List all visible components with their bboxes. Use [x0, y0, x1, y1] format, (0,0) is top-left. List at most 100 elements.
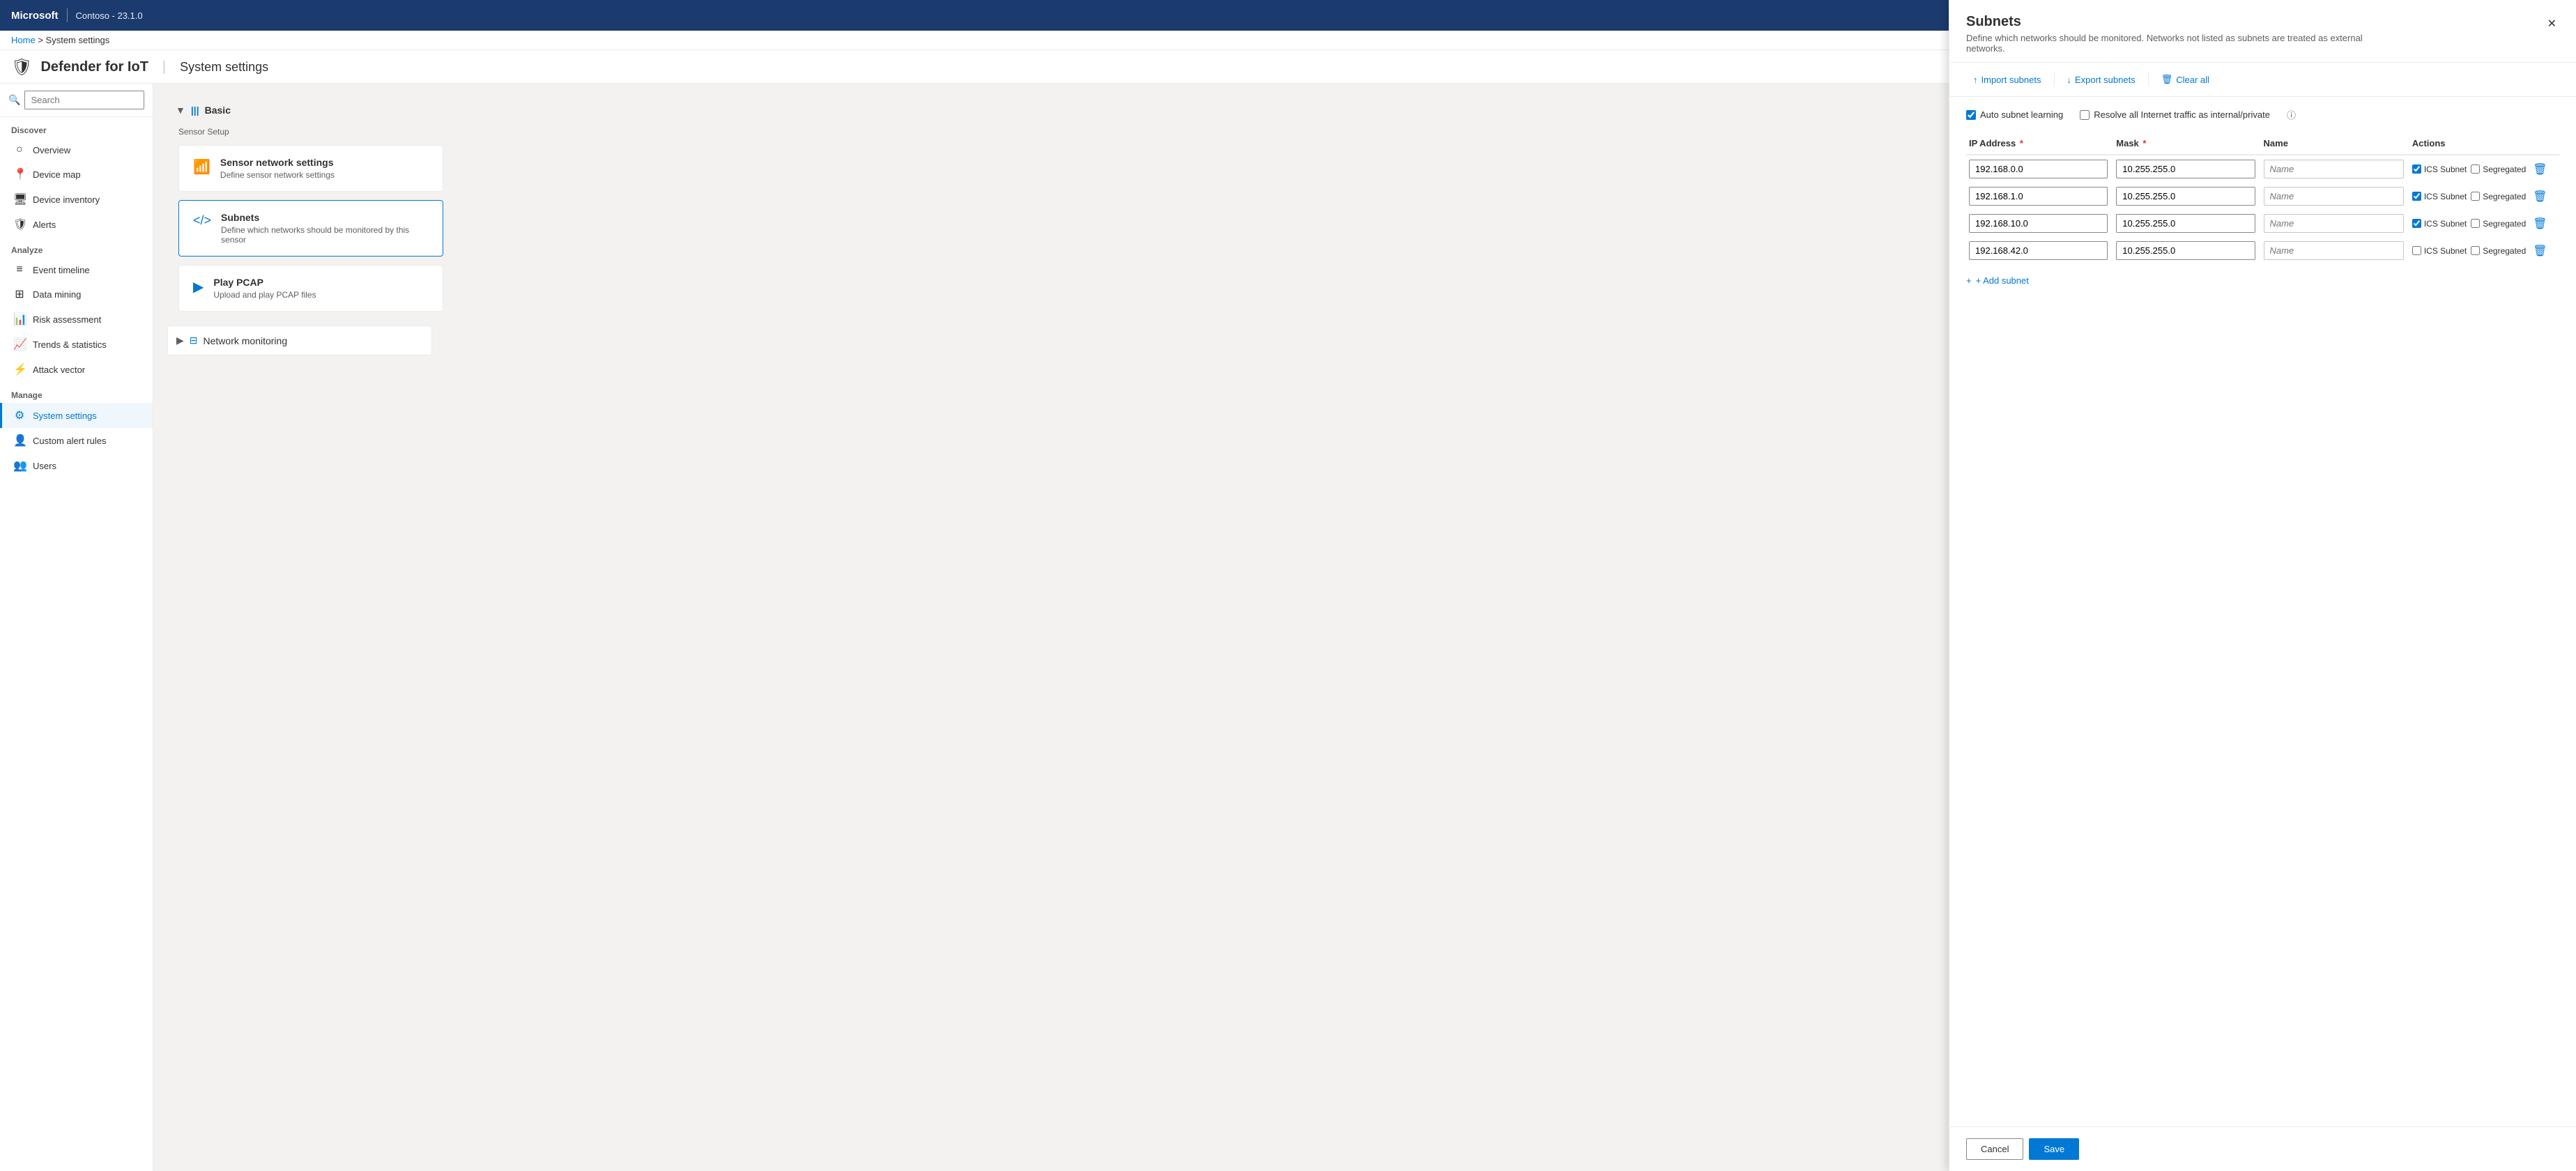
sidebar-item-risk-assessment[interactable]: 📊 Risk assessment	[0, 307, 153, 332]
ip-input-2[interactable]	[1969, 214, 2108, 233]
mask-input-3[interactable]	[2116, 241, 2255, 260]
ip-input-0[interactable]	[1969, 160, 2108, 178]
auto-subnet-checkbox[interactable]	[1966, 110, 1976, 120]
sensor-network-desc: Define sensor network settings	[220, 170, 335, 180]
resolve-label[interactable]: Resolve all Internet traffic as internal…	[2080, 109, 2270, 120]
sidebar-item-alerts[interactable]: 🛡 Alerts	[0, 212, 153, 237]
resolve-checkbox[interactable]	[2080, 110, 2090, 120]
play-pcap-icon: ▶	[193, 278, 204, 296]
cancel-button[interactable]: Cancel	[1966, 1138, 2023, 1160]
breadcrumb-home[interactable]: Home	[11, 35, 36, 45]
subnets-card[interactable]: </> Subnets Define which networks should…	[178, 200, 443, 257]
sensor-network-card[interactable]: 📶 Sensor network settings Define sensor …	[178, 145, 443, 192]
table-row: ICS Subnet Segregated 🗑	[1966, 155, 2559, 183]
col-mask: Mask *	[2113, 132, 2260, 155]
ics-label-3[interactable]: ICS Subnet	[2412, 246, 2467, 256]
segregated-checkbox-0[interactable]	[2471, 164, 2480, 174]
custom-alert-icon: 👤	[13, 434, 26, 447]
sidebar-item-attack-vector[interactable]: ⚡ Attack vector	[0, 357, 153, 382]
panel-header-content: Subnets Define which networks should be …	[1966, 14, 2384, 54]
ics-label-0[interactable]: ICS Subnet	[2412, 164, 2467, 174]
actions-cell-0: ICS Subnet Segregated 🗑	[2412, 161, 2554, 178]
name-input-0[interactable]	[2264, 160, 2404, 178]
sidebar-item-users[interactable]: 👥 Users	[0, 453, 153, 478]
panel-footer: Cancel Save	[1949, 1126, 2576, 1171]
segregated-checkbox-3[interactable]	[2471, 246, 2480, 255]
sidebar-item-trends-statistics[interactable]: 📈 Trends & statistics	[0, 332, 153, 357]
sidebar-item-label: Risk assessment	[33, 314, 101, 325]
ics-checkbox-2[interactable]	[2412, 219, 2421, 228]
auto-subnet-label[interactable]: Auto subnet learning	[1966, 109, 2063, 120]
mask-required-star: *	[2142, 138, 2146, 148]
sidebar-item-label: System settings	[33, 411, 97, 421]
actions-cell-2: ICS Subnet Segregated 🗑	[2412, 215, 2554, 232]
panel-title: Subnets	[1966, 14, 2384, 30]
sidebar-item-data-mining[interactable]: ⊞ Data mining	[0, 282, 153, 307]
sidebar-item-label: Custom alert rules	[33, 436, 106, 446]
clear-icon: 🗑	[2161, 74, 2173, 85]
section-discover-label: Discover	[0, 117, 153, 138]
sidebar-item-device-map[interactable]: 📍 Device map	[0, 162, 153, 187]
sidebar-item-event-timeline[interactable]: ≡ Event timeline	[0, 258, 153, 282]
sidebar-item-device-inventory[interactable]: 🖥 Device inventory	[0, 187, 153, 212]
mask-input-1[interactable]	[2116, 187, 2255, 206]
ip-input-1[interactable]	[1969, 187, 2108, 206]
export-icon: ↓	[2067, 75, 2072, 85]
ics-checkbox-3[interactable]	[2412, 246, 2421, 255]
delete-button-1[interactable]: 🗑	[2530, 188, 2550, 205]
sidebar-item-overview[interactable]: ○ Overview	[0, 138, 153, 162]
clear-all-button[interactable]: 🗑 Clear all	[2154, 70, 2216, 89]
add-subnet-button[interactable]: + + Add subnet	[1966, 270, 2029, 291]
delete-button-2[interactable]: 🗑	[2530, 215, 2550, 232]
trends-icon: 📈	[13, 337, 26, 351]
segregated-checkbox-1[interactable]	[2471, 192, 2480, 201]
name-input-1[interactable]	[2264, 187, 2404, 206]
sensor-network-content: Sensor network settings Define sensor ne…	[220, 157, 335, 180]
search-icon: 🔍	[8, 94, 20, 106]
save-button[interactable]: Save	[2029, 1138, 2079, 1160]
name-input-3[interactable]	[2264, 241, 2404, 260]
users-icon: 👥	[13, 459, 26, 473]
play-pcap-desc: Upload and play PCAP files	[213, 290, 316, 300]
ics-label-1[interactable]: ICS Subnet	[2412, 192, 2467, 201]
network-monitoring-card[interactable]: ▶ ⊟ Network monitoring	[167, 326, 432, 355]
export-subnets-button[interactable]: ↓ Export subnets	[2060, 70, 2142, 89]
delete-button-3[interactable]: 🗑	[2530, 243, 2550, 259]
actions-cell-3: ICS Subnet Segregated 🗑	[2412, 243, 2554, 259]
alerts-icon: 🛡	[13, 217, 26, 231]
col-actions: Actions	[2409, 132, 2559, 155]
sidebar-item-system-settings[interactable]: ⚙ System settings	[0, 403, 153, 428]
panel-close-button[interactable]: ✕	[2545, 14, 2559, 33]
toolbar-separator-2	[2148, 72, 2149, 86]
name-input-2[interactable]	[2264, 214, 2404, 233]
segregated-checkbox-2[interactable]	[2471, 219, 2480, 228]
segregated-label-3[interactable]: Segregated	[2471, 246, 2526, 256]
import-subnets-button[interactable]: ↑ Import subnets	[1966, 70, 2048, 89]
options-row: Auto subnet learning Resolve all Interne…	[1966, 108, 2559, 121]
segregated-label-0[interactable]: Segregated	[2471, 164, 2526, 174]
device-map-icon: 📍	[13, 167, 26, 181]
sidebar-item-custom-alert-rules[interactable]: 👤 Custom alert rules	[0, 428, 153, 453]
sidebar-item-label: Data mining	[33, 289, 81, 300]
mask-input-0[interactable]	[2116, 160, 2255, 178]
ics-checkbox-0[interactable]	[2412, 164, 2421, 174]
mask-input-2[interactable]	[2116, 214, 2255, 233]
panel-body: Auto subnet learning Resolve all Interne…	[1949, 97, 2576, 1126]
ics-label-2[interactable]: ICS Subnet	[2412, 219, 2467, 229]
segregated-label-1[interactable]: Segregated	[2471, 192, 2526, 201]
sidebar-item-label: Device inventory	[33, 194, 100, 205]
ics-checkbox-1[interactable]	[2412, 192, 2421, 201]
subnet-table: IP Address * Mask * Name Actions	[1966, 132, 2559, 264]
subnets-title: Subnets	[221, 212, 429, 223]
ip-input-3[interactable]	[1969, 241, 2108, 260]
chevron-right-icon: ▶	[176, 335, 184, 346]
delete-button-0[interactable]: 🗑	[2530, 161, 2550, 178]
search-input[interactable]	[24, 91, 144, 109]
play-pcap-card[interactable]: ▶ Play PCAP Upload and play PCAP files	[178, 265, 443, 312]
brand-label: Microsoft	[11, 10, 59, 22]
section-manage-label: Manage	[0, 382, 153, 403]
instance-label: Contoso - 23.1.0	[76, 10, 143, 21]
segregated-label-2[interactable]: Segregated	[2471, 219, 2526, 229]
sensor-network-icon: 📶	[193, 158, 210, 176]
import-icon: ↑	[1973, 75, 1978, 85]
